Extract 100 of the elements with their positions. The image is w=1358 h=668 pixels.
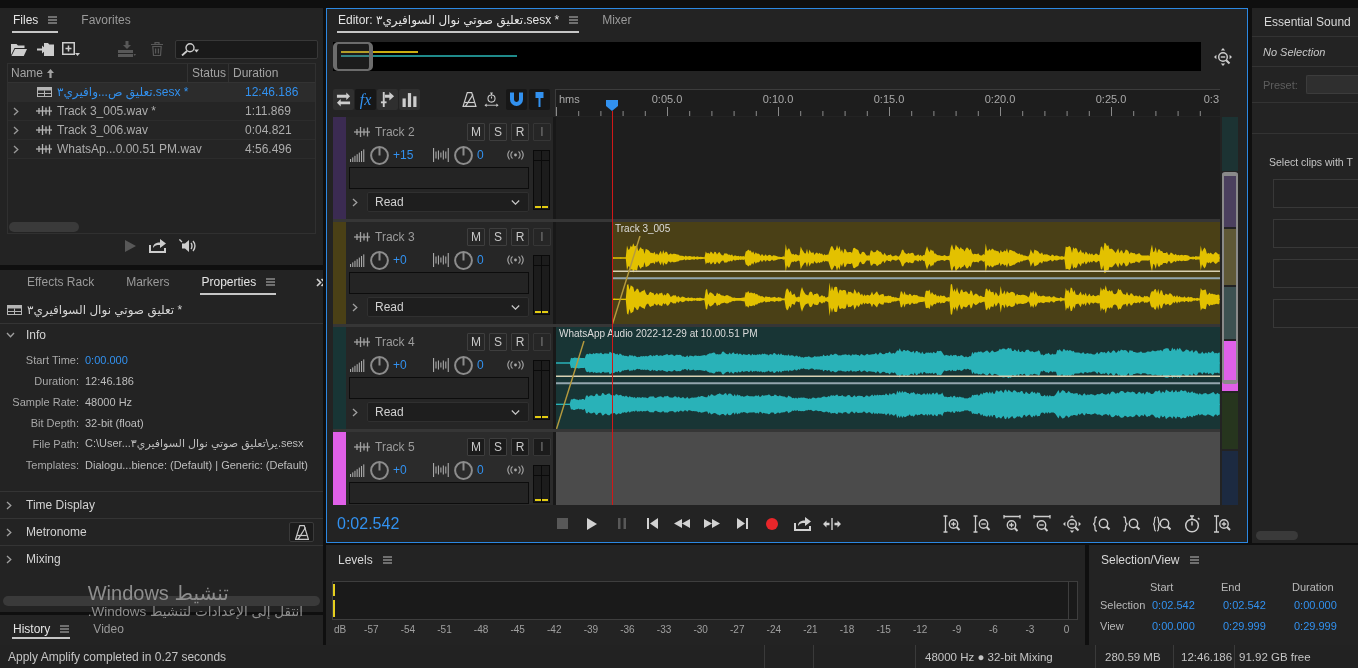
zoom-icon[interactable] (1063, 514, 1081, 533)
input-field[interactable] (349, 272, 529, 294)
panel-tab[interactable]: Properties (200, 270, 277, 295)
section-header[interactable]: Info (0, 324, 314, 346)
magnet-icon[interactable] (506, 89, 527, 110)
scrollbar-thumb[interactable] (1222, 172, 1238, 384)
chevron-icon[interactable] (352, 302, 358, 312)
track-button[interactable]: S (489, 333, 507, 351)
volume-knob[interactable] (370, 460, 389, 480)
volume-knob[interactable] (370, 250, 389, 270)
pan-reading[interactable]: 0 (477, 148, 507, 162)
volume-reading[interactable]: +15 (393, 148, 433, 162)
track-button[interactable]: R (511, 333, 529, 351)
skip-back-icon[interactable] (646, 518, 658, 529)
time-value[interactable]: 0:00.000 (1150, 619, 1195, 632)
time-value[interactable]: 0:29.999 (1292, 619, 1337, 632)
zoom-in-icon[interactable] (943, 514, 961, 533)
zoom-out-icon[interactable] (973, 514, 991, 533)
menu-icon[interactable] (569, 16, 579, 24)
time-value[interactable]: 0:29.999 (1221, 619, 1266, 632)
chevron-icon[interactable] (352, 407, 358, 417)
pan-knob[interactable] (454, 460, 473, 480)
tray-arrow-icon[interactable] (793, 516, 811, 531)
panel-tab[interactable]: Editor: تعليق صوتي نوال السوافيري٣.sesx * (337, 9, 580, 33)
pan-reading[interactable]: 0 (477, 358, 507, 372)
double-chevron-icon[interactable] (316, 278, 323, 287)
scrollbar[interactable] (1256, 531, 1298, 540)
swap-arrows-icon[interactable] (333, 89, 354, 110)
track-button[interactable]: R (511, 123, 529, 141)
metronome-icon[interactable] (459, 89, 480, 110)
zoom-icon[interactable] (1123, 514, 1141, 533)
rewind-icon[interactable] (674, 519, 690, 528)
section-header[interactable]: Time Display (0, 492, 314, 518)
track-button[interactable]: S (489, 228, 507, 246)
playhead-marker-icon[interactable] (606, 100, 619, 111)
automation-dropdown[interactable]: Read (367, 192, 529, 212)
pan-knob[interactable] (454, 145, 473, 165)
zoom-icon[interactable] (1153, 514, 1171, 533)
track-button[interactable]: M (467, 333, 485, 351)
track-button[interactable]: S (489, 123, 507, 141)
track-name[interactable]: Track 5 (375, 440, 415, 454)
panel-tab[interactable]: History (12, 620, 71, 639)
pan-reading[interactable]: 0 (477, 253, 507, 267)
zoom-out-icon[interactable] (1033, 514, 1051, 533)
pan-knob[interactable] (454, 355, 473, 375)
track-name[interactable]: Track 3 (375, 230, 415, 244)
menu-icon[interactable] (1189, 556, 1199, 564)
track-button[interactable]: M (467, 123, 485, 141)
input-field[interactable] (349, 377, 529, 399)
pin-icon[interactable] (529, 89, 550, 110)
viewport-handle[interactable] (333, 42, 373, 71)
folder-import-icon[interactable] (36, 42, 54, 56)
volume-reading[interactable]: +0 (393, 253, 433, 267)
volume-knob[interactable] (370, 355, 389, 375)
menu-icon[interactable] (48, 15, 58, 24)
play-icon[interactable] (587, 517, 597, 530)
column-header[interactable]: Duration (233, 66, 279, 80)
bar-chart-icon[interactable] (399, 89, 420, 110)
zoom-icon[interactable] (1093, 514, 1111, 533)
panel-tab[interactable]: Video (92, 620, 125, 639)
track-button[interactable]: S (489, 438, 507, 456)
pan-reading[interactable]: 0 (477, 463, 507, 477)
zoom-in-icon[interactable] (1003, 514, 1021, 533)
track-lane[interactable] (556, 222, 612, 324)
track-name[interactable]: Track 4 (375, 335, 415, 349)
section-header[interactable]: Metronome (0, 519, 289, 545)
skip-forward-icon[interactable] (736, 518, 748, 529)
new-file-icon[interactable] (62, 42, 80, 56)
stopwatch-icon[interactable] (1183, 514, 1201, 533)
column-header[interactable]: Name (11, 66, 43, 80)
speaker-icon[interactable] (179, 238, 196, 253)
menu-icon[interactable] (60, 624, 70, 633)
menu-icon[interactable] (382, 556, 392, 564)
track-name[interactable]: Track 2 (375, 125, 415, 139)
panel-tab[interactable]: Markers (125, 270, 171, 295)
fast-forward-icon[interactable] (704, 519, 720, 528)
metronome-button[interactable] (289, 522, 314, 542)
effects-button[interactable]: fx (355, 89, 376, 110)
time-ruler[interactable]: hms 0:05.0 0:10.0 0:15.0 0:20.0 0:25.0 0:3 (555, 89, 1220, 116)
input-field[interactable] (349, 167, 529, 189)
panel-tab[interactable]: Mixer (601, 9, 633, 33)
panel-tab[interactable]: Effects Rack (26, 270, 96, 295)
overview-bar[interactable] (333, 42, 1201, 71)
record-icon[interactable] (766, 517, 778, 530)
track-button[interactable]: M (467, 228, 485, 246)
split-arrows-icon[interactable] (823, 517, 841, 530)
folder-open-icon[interactable] (11, 42, 27, 56)
field-value[interactable]: 0:00.000 (85, 353, 128, 366)
automation-dropdown[interactable]: Read (367, 402, 529, 422)
zoom-icon[interactable] (1214, 47, 1232, 66)
automation-dropdown[interactable]: Read (367, 297, 529, 317)
time-value[interactable]: 0:00.000 (1292, 599, 1337, 611)
panel-tab[interactable]: Files (12, 8, 59, 33)
chevron-icon[interactable] (352, 197, 358, 207)
volume-reading[interactable]: +0 (393, 358, 433, 372)
vertical-scrollbar[interactable] (1222, 117, 1238, 505)
panel-tab[interactable]: Favorites (80, 8, 132, 33)
search-field[interactable] (175, 39, 318, 59)
track-button[interactable]: M (467, 438, 485, 456)
section-header[interactable]: Mixing (0, 546, 314, 572)
